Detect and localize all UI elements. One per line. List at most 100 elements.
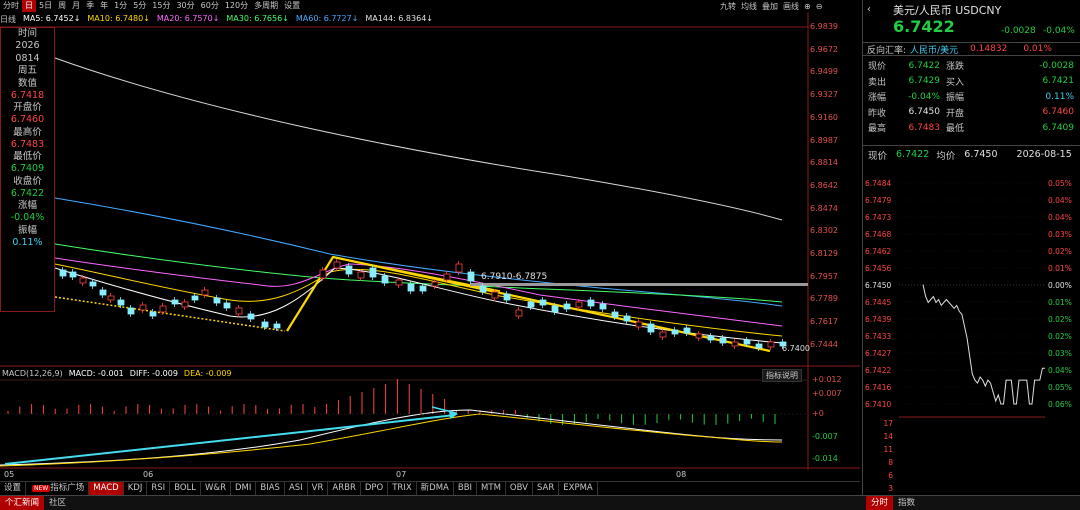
intraday-pct-label: 0.04%: [1048, 366, 1072, 375]
indicator-mtm[interactable]: MTM: [477, 481, 506, 495]
stat-price: 6.7422: [908, 60, 941, 71]
indicator-wr[interactable]: W&R: [201, 481, 231, 495]
intraday-avg: 6.7450: [964, 149, 998, 160]
tab-1min[interactable]: 1分: [111, 0, 130, 12]
volume-axis-label: 3: [888, 484, 893, 493]
indicator-boll[interactable]: BOLL: [170, 481, 202, 495]
tab-settings[interactable]: 设置: [281, 0, 303, 12]
indicator-kdj[interactable]: KDJ: [124, 481, 148, 495]
candle-body: [647, 323, 655, 333]
tab-weekly[interactable]: 周: [55, 0, 69, 12]
kline-chart[interactable]: [0, 0, 860, 495]
range-annotation: 6.7910-6.7875: [481, 272, 548, 282]
tab-30min[interactable]: 30分: [173, 0, 197, 12]
stat-prev-close: 6.7450: [908, 107, 941, 118]
tab-multi-period[interactable]: 多周期: [251, 0, 281, 12]
indicator-new-dma[interactable]: 新DMA: [417, 481, 454, 495]
indicator-help-button[interactable]: 指标说明: [762, 369, 802, 382]
info-value: 6.7418: [10, 89, 45, 101]
intraday-price-label: 6.7422: [865, 366, 891, 375]
candle-body: [159, 305, 167, 313]
new-badge: NEW: [32, 484, 51, 492]
indicator-bias[interactable]: BIAS: [256, 481, 285, 495]
tab-5min[interactable]: 5分: [130, 0, 149, 12]
stats-row: 最高 6.7483 最低 6.7409: [868, 122, 1074, 135]
indicator-expma[interactable]: EXPMA: [559, 481, 598, 495]
x-axis-label-07: 07: [396, 470, 407, 479]
candle-body: [599, 303, 607, 310]
candle-body: [587, 299, 595, 307]
indicator-settings[interactable]: 设置: [0, 481, 27, 495]
intraday-price-label: 6.7450: [865, 281, 891, 290]
tab-monthly[interactable]: 月: [69, 0, 83, 12]
ma-label: 日线: [0, 15, 16, 24]
index-tab[interactable]: 指数: [893, 496, 920, 510]
indicator-sar[interactable]: SAR: [533, 481, 560, 495]
tab-timeshare[interactable]: 分时: [0, 0, 22, 12]
change-label: 涨幅: [17, 200, 37, 211]
indicator-rsi[interactable]: RSI: [147, 481, 171, 495]
stats-row: 昨收 6.7450 开盘 6.7460: [868, 107, 1074, 119]
chevron-left-icon[interactable]: ‹: [867, 4, 871, 15]
candle-body: [79, 277, 87, 284]
zoom-out-icon[interactable]: ⊖: [816, 2, 823, 11]
tab-5day[interactable]: 5日: [36, 0, 55, 12]
candle-body: [623, 315, 631, 322]
indicator-macd[interactable]: MACD: [89, 481, 124, 495]
stat-bid: 6.7421: [1042, 76, 1075, 87]
intraday-chart[interactable]: 6.7484 0.05% 6.7479 0.04% 6.7473 0.04% 6.7468 0…: [863, 165, 1080, 495]
tab-quarterly[interactable]: 季: [83, 0, 97, 12]
candle-body: [247, 313, 255, 320]
ma20-value: MA20: 6.7570↓: [156, 14, 220, 23]
forex-news-tab[interactable]: 个汇新闻: [0, 495, 45, 510]
intraday-price-label: 6.7433: [865, 332, 891, 341]
candle-body: [683, 327, 691, 334]
indicator-asi[interactable]: ASI: [285, 481, 308, 495]
intraday-price-label: 6.7479: [865, 196, 891, 205]
resistance-band: [470, 283, 808, 286]
candle-body: [99, 289, 107, 296]
tab-60min[interactable]: 60分: [198, 0, 222, 12]
intraday-header: 现价 6.7422 均价 6.7450 2026-08-15: [863, 145, 1080, 163]
tab-15min[interactable]: 15分: [149, 0, 173, 12]
macd-axis-2: +0: [812, 409, 824, 418]
macd-histogram: [7, 379, 776, 425]
indicator-dmi[interactable]: DMI: [231, 481, 257, 495]
tab-120min[interactable]: 120分: [222, 0, 251, 12]
candle-body: [695, 333, 703, 339]
indicator-dpo[interactable]: DPO: [361, 481, 389, 495]
tab-yearly[interactable]: 年: [97, 0, 111, 12]
stat-pct: -0.04%: [908, 91, 940, 102]
overlay-button[interactable]: 叠加: [762, 1, 778, 12]
timeshare-tab[interactable]: 分时: [865, 495, 893, 510]
nine-turn-button[interactable]: 九转: [720, 1, 736, 12]
indicator-bbi[interactable]: BBI: [454, 481, 478, 495]
indicator-trix[interactable]: TRIX: [388, 481, 417, 495]
price-axis-label: 6.8129: [810, 249, 838, 258]
indicator-obv[interactable]: OBV: [506, 481, 533, 495]
intraday-price-label: 6.7473: [865, 213, 891, 222]
draw-line-button[interactable]: 画线: [783, 1, 799, 12]
last-price-annotation: 6.7400: [782, 344, 810, 353]
open-label: 开盘价: [13, 102, 42, 113]
reverse-rate-pair[interactable]: 人民币/美元: [910, 43, 958, 56]
indicator-tabs: 设置 NEW 指标广场 MACD KDJ RSI BOLL W&R DMI BIA…: [0, 481, 860, 495]
candle-body: [455, 263, 463, 273]
candle-body: [273, 323, 281, 329]
price-axis-label: 6.9327: [810, 90, 838, 100]
indicator-plaza[interactable]: NEW 指标广场: [26, 481, 90, 495]
price-axis-label: 6.8987: [810, 135, 838, 145]
zoom-in-icon[interactable]: ⊕: [804, 2, 811, 11]
indicator-arbr[interactable]: ARBR: [328, 481, 361, 495]
candle-body: [479, 285, 487, 293]
candle-body: [575, 301, 583, 308]
candle-body: [191, 295, 199, 301]
ma-button[interactable]: 均线: [741, 1, 757, 12]
tab-daily[interactable]: 日: [22, 0, 36, 12]
indicator-vr[interactable]: VR: [308, 481, 329, 495]
community-tab[interactable]: 社区: [44, 496, 71, 510]
intraday-price-label: 6.7456: [865, 264, 891, 273]
macd-axis-1: +0.007: [812, 389, 842, 398]
candle-body: [743, 339, 751, 345]
ma144-line: [54, 57, 783, 221]
